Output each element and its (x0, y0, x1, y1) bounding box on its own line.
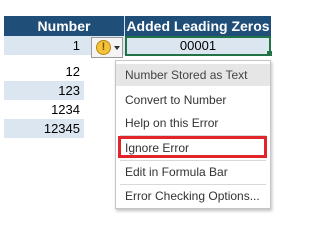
number-cell-5[interactable]: 12345 (4, 119, 84, 138)
menu-item-convert-to-number[interactable]: Convert to Number (116, 89, 270, 111)
warning-icon: ! (96, 40, 111, 55)
number-cell-4[interactable]: 1234 (4, 100, 84, 119)
dropdown-caret-icon (114, 45, 120, 50)
menu-item-edit-in-formula-bar[interactable]: Edit in Formula Bar (116, 161, 270, 183)
number-cell-1[interactable]: 1 (4, 36, 84, 55)
header-added-leading-zeros: Added Leading Zeros (125, 16, 271, 36)
fill-handle[interactable] (267, 51, 272, 56)
number-cell-3[interactable]: 123 (4, 81, 84, 100)
header-number: Number (4, 16, 124, 36)
menu-item-help-on-error[interactable]: Help on this Error (116, 112, 270, 134)
number-cell-2[interactable]: 12 (4, 62, 84, 81)
ignore-error-highlight (118, 136, 267, 158)
error-options-menu: Number Stored as Text Convert to Number … (115, 60, 271, 209)
active-cell[interactable]: 00001 (125, 36, 271, 56)
menu-item-error-checking-options[interactable]: Error Checking Options... (116, 185, 270, 207)
error-indicator-button[interactable]: ! (91, 37, 123, 58)
menu-title: Number Stored as Text (116, 64, 270, 86)
